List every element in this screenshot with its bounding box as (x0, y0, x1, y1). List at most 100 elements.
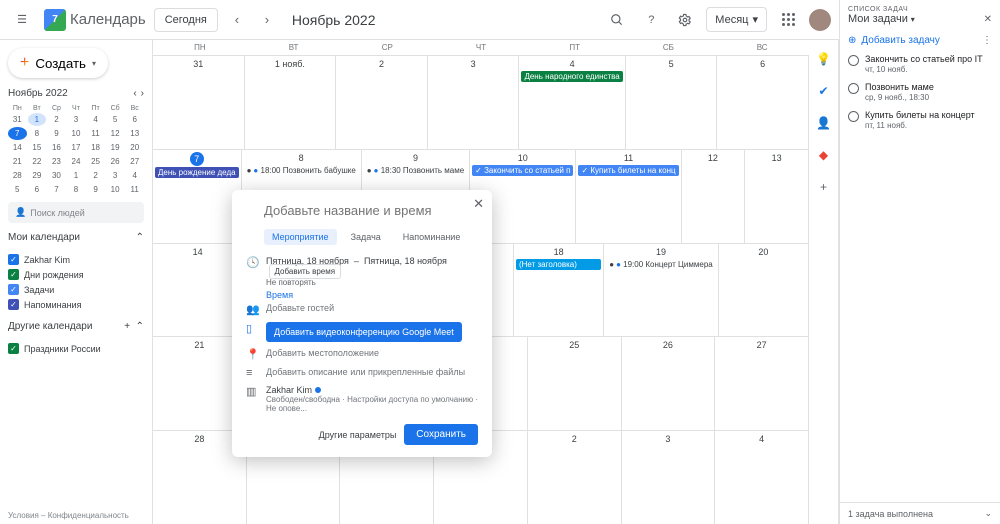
day-cell[interactable]: 6 (717, 56, 809, 149)
task-checkbox[interactable] (848, 83, 859, 94)
day-cell[interactable]: 25 (528, 337, 622, 430)
next-month-icon[interactable]: › (256, 9, 278, 31)
maps-icon[interactable]: ◆ (815, 146, 833, 164)
location-input[interactable]: Добавить местоположение (266, 348, 478, 358)
mini-day[interactable]: 31 (8, 113, 27, 126)
add-task-button[interactable]: ⊕ Добавить задачу ⋮ (840, 31, 1000, 50)
event-chip[interactable]: ● 18:30 Позвонить маме (364, 165, 467, 176)
mini-day[interactable]: 6 (28, 183, 47, 196)
mini-day[interactable]: 17 (67, 141, 86, 154)
settings-gear-icon[interactable] (672, 7, 698, 33)
terms-link[interactable]: Условия – Конфиденциальность (8, 511, 129, 520)
day-cell[interactable]: 18(Нет заголовка) (514, 244, 604, 337)
mini-day[interactable]: 12 (106, 127, 125, 140)
mini-day[interactable]: 20 (125, 141, 144, 154)
day-cell[interactable]: 31 (153, 56, 245, 149)
calendar-item[interactable]: ✓Напоминания (8, 297, 144, 312)
description-input[interactable]: Добавить описание или прикрепленные файл… (266, 367, 478, 377)
mini-day[interactable]: 18 (86, 141, 105, 154)
add-addon-icon[interactable]: + (815, 178, 833, 196)
checkbox-icon[interactable]: ✓ (8, 254, 19, 265)
keep-icon[interactable]: 💡 (815, 50, 833, 68)
search-icon[interactable] (604, 7, 630, 33)
mini-day[interactable]: 9 (47, 127, 66, 140)
more-icon[interactable]: ⋮ (982, 35, 992, 46)
tab-2[interactable]: Напоминание (395, 229, 469, 245)
mini-day[interactable]: 3 (106, 169, 125, 182)
tab-1[interactable]: Задача (343, 229, 389, 245)
mini-day[interactable]: 13 (125, 127, 144, 140)
task-checkbox[interactable] (848, 55, 859, 66)
checkbox-icon[interactable]: ✓ (8, 343, 19, 354)
mini-day[interactable]: 1 (28, 113, 47, 126)
event-chip[interactable]: ✓ Купить билеты на конц (578, 165, 678, 176)
day-cell[interactable]: 3 (428, 56, 520, 149)
mini-day[interactable]: 27 (125, 155, 144, 168)
add-meet-button[interactable]: Добавить видеоконференцию Google Meet (266, 322, 462, 342)
mini-day[interactable]: 29 (28, 169, 47, 182)
event-chip[interactable]: ✓ Закончить со статьей п (472, 165, 573, 176)
time-link[interactable]: Время (246, 290, 478, 300)
mini-day[interactable]: 4 (125, 169, 144, 182)
mini-next-icon[interactable]: › (141, 88, 144, 99)
mini-day[interactable]: 1 (67, 169, 86, 182)
day-cell[interactable]: 14 (153, 244, 243, 337)
day-cell[interactable]: 3 (622, 431, 716, 524)
mini-day[interactable]: 23 (47, 155, 66, 168)
calendar-item[interactable]: ✓Zakhar Kim (8, 252, 144, 267)
apps-grid-icon[interactable] (775, 7, 801, 33)
mini-day[interactable]: 5 (106, 113, 125, 126)
mini-day[interactable]: 4 (86, 113, 105, 126)
hamburger-menu-icon[interactable]: ☰ (8, 6, 36, 34)
close-icon[interactable]: ✕ (473, 196, 484, 212)
other-calendars-header[interactable]: Другие календари + ⌃ (8, 318, 144, 335)
mini-day[interactable]: 22 (28, 155, 47, 168)
repeat-label[interactable]: Не повторять (266, 278, 478, 287)
event-title-input[interactable] (246, 200, 478, 223)
day-cell[interactable]: 20 (719, 244, 809, 337)
mini-day[interactable]: 16 (47, 141, 66, 154)
tab-0[interactable]: Мероприятие (264, 229, 337, 245)
task-item[interactable]: Позвонить мамеср, 9 нояб., 18:30 (840, 78, 1000, 106)
search-people-input[interactable]: 👤 Поиск людей (8, 202, 144, 223)
mini-day[interactable]: 7 (47, 183, 66, 196)
mini-day[interactable]: 2 (47, 113, 66, 126)
add-calendar-icon[interactable]: + (124, 321, 130, 332)
mini-day[interactable]: 14 (8, 141, 27, 154)
contacts-icon[interactable]: 👤 (815, 114, 833, 132)
day-cell[interactable]: 12 (682, 150, 746, 243)
mini-day[interactable]: 28 (8, 169, 27, 182)
mini-day[interactable]: 8 (28, 127, 47, 140)
event-chip[interactable]: День народного единства (521, 71, 622, 82)
save-button[interactable]: Сохранить (404, 424, 478, 445)
day-cell[interactable]: 2 (528, 431, 622, 524)
day-cell[interactable]: 5 (626, 56, 718, 149)
my-calendars-header[interactable]: Мои календари ⌃ (8, 229, 144, 246)
mini-day[interactable]: 10 (106, 183, 125, 196)
event-chip[interactable]: ● 19:00 Концерт Циммера (606, 259, 716, 270)
task-checkbox[interactable] (848, 111, 859, 122)
mini-day[interactable]: 3 (67, 113, 86, 126)
checkbox-icon[interactable]: ✓ (8, 299, 19, 310)
mini-day[interactable]: 15 (28, 141, 47, 154)
day-cell[interactable]: 27 (715, 337, 809, 430)
day-cell[interactable]: 13 (745, 150, 809, 243)
add-time-button[interactable]: Добавить время (269, 264, 342, 279)
completed-tasks-label[interactable]: 1 задача выполнена (848, 509, 933, 519)
checkbox-icon[interactable]: ✓ (8, 269, 19, 280)
day-cell[interactable]: 19● 19:00 Концерт Циммера (604, 244, 719, 337)
tasks-icon[interactable]: ✔ (815, 82, 833, 100)
day-cell[interactable]: 4День народного единства (519, 56, 625, 149)
mini-day[interactable]: 25 (86, 155, 105, 168)
calendar-item[interactable]: ✓Праздники России (8, 341, 144, 356)
prev-month-icon[interactable]: ‹ (226, 9, 248, 31)
mini-day[interactable]: 9 (86, 183, 105, 196)
today-button[interactable]: Сегодня (154, 8, 218, 32)
checkbox-icon[interactable]: ✓ (8, 284, 19, 295)
date-to[interactable]: Пятница, 18 ноября (364, 256, 447, 266)
mini-day[interactable]: 2 (86, 169, 105, 182)
task-list-name[interactable]: Мои задачи (848, 13, 908, 25)
task-item[interactable]: Закончить со статьей про ITчт, 10 нояб. (840, 50, 1000, 78)
event-chip[interactable]: ● 18:00 Позвонить бабушке (244, 165, 359, 176)
mini-day[interactable]: 7 (8, 127, 27, 140)
